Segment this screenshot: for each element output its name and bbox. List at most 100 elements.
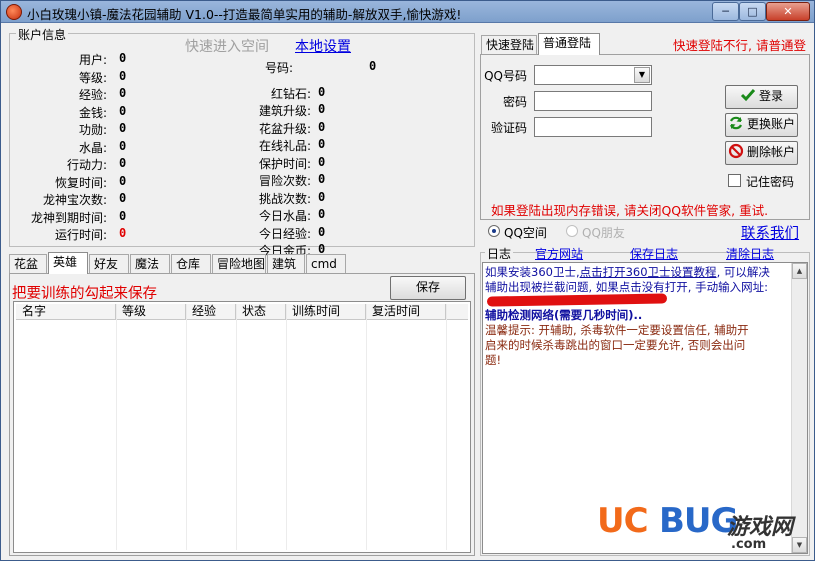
log-line-360-text: 如果安装360卫士, <box>485 265 580 279</box>
official-site-link[interactable]: 官方网站 <box>535 245 583 262</box>
info-label: 保护时间: <box>258 156 311 171</box>
info-label: 运行时间: <box>54 228 107 242</box>
local-settings-link[interactable]: 本地设置 <box>295 36 351 56</box>
info-label: 冒险次数: <box>258 174 311 188</box>
tab-4[interactable]: 仓库 <box>171 254 211 273</box>
tab-1[interactable]: 英雄 <box>48 252 88 274</box>
qq-friends-radio[interactable] <box>566 225 578 237</box>
info-value: 0 <box>318 172 326 186</box>
info-value: 0 <box>119 103 127 118</box>
log-line-tip-2: 启来的时候杀毒跳出的窗口一定要允许, 否则会出问 <box>485 338 746 352</box>
remember-password-label: 记住密码 <box>746 175 795 189</box>
captcha-field[interactable] <box>534 117 652 137</box>
info-value: 0 <box>318 154 326 169</box>
login-panel: QQ号码 ▼ 密码 验证码 登录 更换账户 删除帐户 记住密码 如果登陆出现内存… <box>480 54 810 220</box>
qq-number-select[interactable]: ▼ <box>534 65 652 85</box>
info-value: 0 <box>318 224 326 239</box>
info-label: 经验: <box>78 88 107 102</box>
maximize-button[interactable]: □ <box>739 2 766 21</box>
password-label: 密码 <box>502 95 527 109</box>
open-360-guide-link[interactable]: 点击打开360卫士设置教程 <box>580 265 717 279</box>
scroll-up-icon[interactable]: ▲ <box>792 263 807 279</box>
close-button[interactable]: ✕ <box>766 2 810 21</box>
no-entry-icon <box>728 143 744 159</box>
grid-line <box>366 304 367 550</box>
delete-account-button[interactable]: 删除帐户 <box>725 141 798 165</box>
password-field[interactable] <box>534 91 652 111</box>
info-value: 0 <box>119 208 127 223</box>
grid-line <box>446 304 447 550</box>
tab-6[interactable]: 建筑 <box>267 254 305 273</box>
delete-account-label: 删除帐户 <box>746 145 795 159</box>
grid-line <box>286 304 287 550</box>
remember-password-checkbox[interactable] <box>728 174 741 187</box>
captcha-label: 验证码 <box>490 121 527 135</box>
tab-quick-login[interactable]: 快速登陆 <box>481 35 537 54</box>
qzone-radio[interactable] <box>488 225 500 237</box>
info-label: 花盆升级: <box>258 121 311 136</box>
info-value: 0 <box>119 68 127 83</box>
hero-save-button[interactable]: 保存 <box>390 276 466 300</box>
info-value: 0 <box>318 84 326 99</box>
info-label: 恢复时间: <box>54 175 107 190</box>
left-tab-bar: 花盆 英雄 好友 魔法 仓库 冒险地图 建筑 cmd <box>9 252 475 274</box>
info-value: 0 <box>119 226 127 240</box>
qq-friends-radio-label: QQ朋友 <box>582 226 625 240</box>
info-value: 0 <box>119 51 127 65</box>
contact-us-link[interactable]: 联系我们 <box>741 222 799 243</box>
switch-account-button[interactable]: 更换账户 <box>725 113 798 137</box>
column-header[interactable]: 等级 <box>116 304 186 320</box>
column-header[interactable]: 复活时间 <box>366 304 446 320</box>
info-value: 0 <box>318 102 326 116</box>
chevron-down-icon[interactable]: ▼ <box>634 67 650 83</box>
ucbug-watermark: UC BUG 游戏网 .com <box>597 499 812 557</box>
info-label: 金钱: <box>78 105 107 120</box>
info-value: 0 <box>119 121 127 135</box>
column-header[interactable]: 状态 <box>236 304 286 320</box>
app-window: 小白玫瑰小镇-魔法花园辅助 V1.0--打造最简单实用的辅助-解放双手,愉快游戏… <box>0 0 815 561</box>
log-line-360-suffix: , 可以解决 <box>716 265 770 279</box>
info-value: 0 <box>318 207 326 221</box>
checkmark-icon <box>740 89 756 102</box>
title-bar: 小白玫瑰小镇-魔法花园辅助 V1.0--打造最简单实用的辅助-解放双手,愉快游戏… <box>1 1 814 23</box>
client-area: 账户信息 快速进入空间 本地设置 用户: 0 等级: 0 经验: 0 金钱: 0 功勋: 0 水晶:… <box>7 24 810 556</box>
info-label: 龙神到期时间: <box>30 210 107 225</box>
tab-7[interactable]: cmd <box>306 254 346 273</box>
clear-log-link[interactable]: 清除日志 <box>726 245 774 262</box>
info-value: 0 <box>318 119 326 134</box>
info-value: 0 <box>119 156 127 170</box>
column-header[interactable]: 训练时间 <box>286 304 366 320</box>
tab-5[interactable]: 冒险地图 <box>212 254 266 273</box>
quick-login-notice: 快速登陆不行, 请普通登 <box>673 38 806 53</box>
info-value: 0 <box>369 59 377 73</box>
redacted-url-mark <box>486 293 668 307</box>
hero-list[interactable]: 名字 等级 经验 状态 训练时间 复活时间 <box>13 301 471 553</box>
hero-list-header: 名字 等级 经验 状态 训练时间 复活时间 <box>16 304 468 320</box>
save-log-link[interactable]: 保存日志 <box>630 245 678 262</box>
login-button[interactable]: 登录 <box>725 85 798 109</box>
info-value: 0 <box>119 86 127 100</box>
grid-line <box>236 304 237 550</box>
log-legend: 日志 <box>485 245 514 262</box>
column-header[interactable]: 经验 <box>186 304 236 320</box>
log-line-360: 如果安装360卫士,点击打开360卫士设置教程, 可以解决 <box>485 265 770 280</box>
log-line-tip-3: 题! <box>485 353 502 367</box>
log-line-tip-1: 温馨提示: 开辅助, 杀毒软件一定要设置信任, 辅助开 <box>485 323 749 337</box>
info-label: 在线礼品: <box>258 139 311 153</box>
info-label: 水晶: <box>78 140 107 155</box>
info-label: 龙神宝次数: <box>42 193 107 207</box>
info-label: 今日经验: <box>258 226 311 241</box>
refresh-icon <box>729 116 742 130</box>
tab-3[interactable]: 魔法 <box>130 254 170 273</box>
tab-2[interactable]: 好友 <box>89 254 129 273</box>
minimize-button[interactable]: ─ <box>712 2 739 21</box>
switch-account-label: 更换账户 <box>746 117 795 131</box>
qzone-radio-label: QQ空间 <box>504 226 547 240</box>
column-header[interactable]: 名字 <box>16 304 116 320</box>
memory-error-notice: 如果登陆出现内存错误, 请关闭QQ软件管家, 重试. <box>491 203 769 218</box>
info-label: 今日水晶: <box>258 209 311 223</box>
tab-0[interactable]: 花盆 <box>9 254 47 273</box>
tab-normal-login[interactable]: 普通登陆 <box>538 33 600 55</box>
quick-enter-space-link[interactable]: 快速进入空间 <box>185 36 269 56</box>
info-label: 挑战次数: <box>258 191 311 206</box>
